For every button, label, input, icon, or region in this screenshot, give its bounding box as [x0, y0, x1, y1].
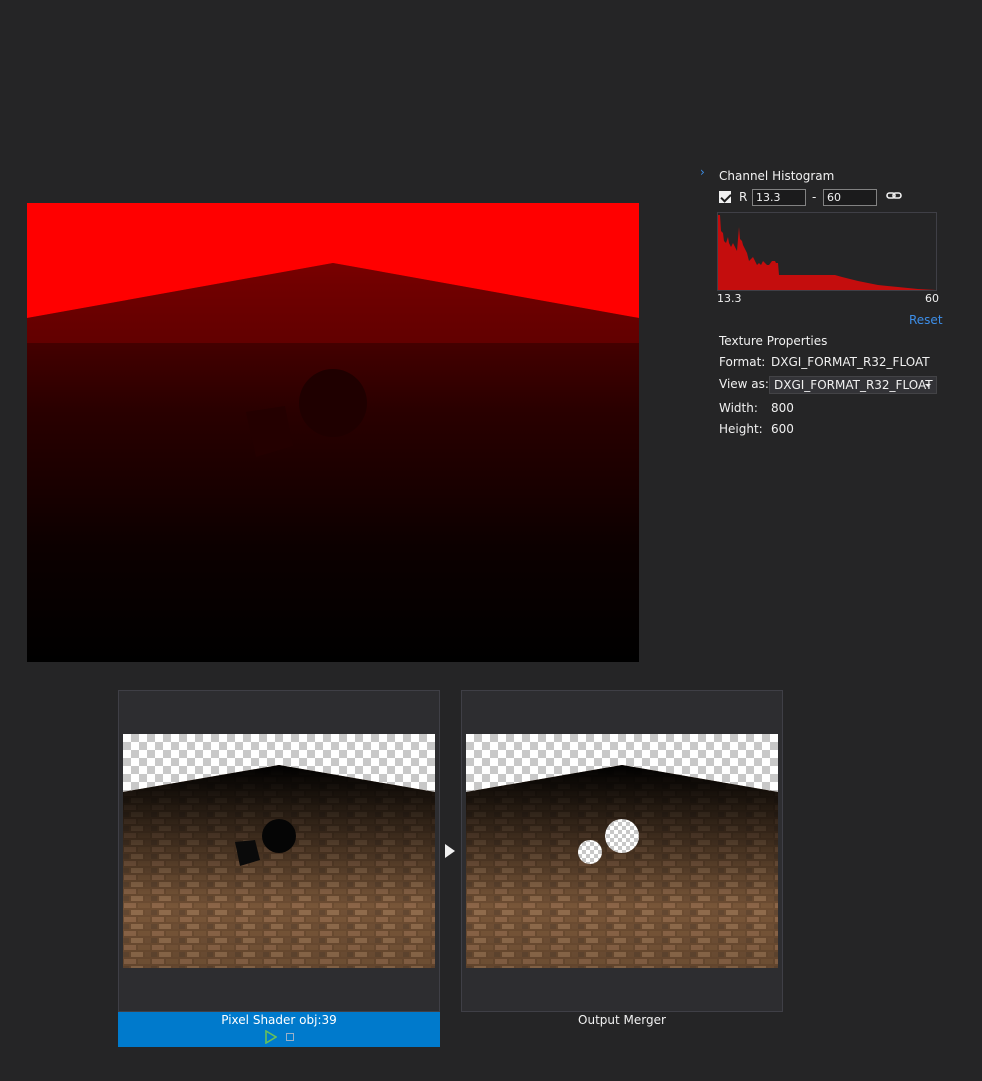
dropdown-arrow-icon: [925, 384, 931, 387]
sphere-depth-shape: [299, 369, 367, 437]
channel-r-checkbox[interactable]: [719, 191, 731, 203]
depth-texture-preview[interactable]: [27, 203, 639, 662]
reset-link[interactable]: Reset: [909, 313, 943, 327]
channel-label: R: [739, 190, 748, 204]
pipeline-arrow-icon: [445, 844, 455, 858]
pixel-shader-label[interactable]: Pixel Shader obj:39: [118, 1013, 440, 1027]
height-value: 600: [771, 422, 794, 436]
view-as-value: DXGI_FORMAT_R32_FLOAT: [774, 378, 933, 392]
output-merger-label[interactable]: Output Merger: [461, 1013, 783, 1027]
stop-icon[interactable]: [286, 1033, 294, 1041]
histogram-min-label: 13.3: [717, 292, 742, 305]
channel-histogram[interactable]: [717, 212, 937, 291]
histogram-title: Channel Histogram: [719, 169, 835, 183]
histogram-bars: [718, 215, 936, 290]
histogram-max-label: 60: [925, 292, 939, 305]
texture-properties-title: Texture Properties: [719, 334, 828, 348]
link-range-icon[interactable]: [886, 189, 902, 203]
range-min-input[interactable]: 13.3: [752, 189, 806, 206]
cube-depth-shape: [246, 406, 293, 457]
format-label: Format:: [719, 355, 766, 369]
histogram-graph: [718, 215, 936, 290]
view-as-label: View as:: [719, 377, 769, 391]
output-merger-stage[interactable]: [461, 690, 783, 1012]
range-separator: -: [812, 190, 817, 204]
collapse-chevron-icon[interactable]: ›: [700, 166, 705, 178]
range-max-input[interactable]: 60: [823, 189, 877, 206]
format-value: DXGI_FORMAT_R32_FLOAT: [771, 355, 930, 369]
play-shader-debug-icon[interactable]: [265, 1030, 277, 1044]
view-as-dropdown[interactable]: DXGI_FORMAT_R32_FLOAT: [769, 376, 937, 394]
pixel-shader-stage[interactable]: [118, 690, 440, 1012]
transparent-cube-shape: [578, 840, 602, 864]
width-value: 800: [771, 401, 794, 415]
transparent-sphere-shape: [605, 819, 639, 853]
depth-scene-drawing: [27, 203, 639, 457]
height-label: Height:: [719, 422, 763, 436]
sphere-shape: [262, 819, 296, 853]
width-label: Width:: [719, 401, 758, 415]
output-merger-thumbnail: [466, 734, 778, 968]
graphics-debugger-view: › Channel Histogram R 13.3 - 60 13.3 60 …: [0, 0, 982, 1081]
pixel-shader-thumbnail: [123, 734, 435, 968]
channel-row: R 13.3 - 60: [719, 189, 939, 206]
